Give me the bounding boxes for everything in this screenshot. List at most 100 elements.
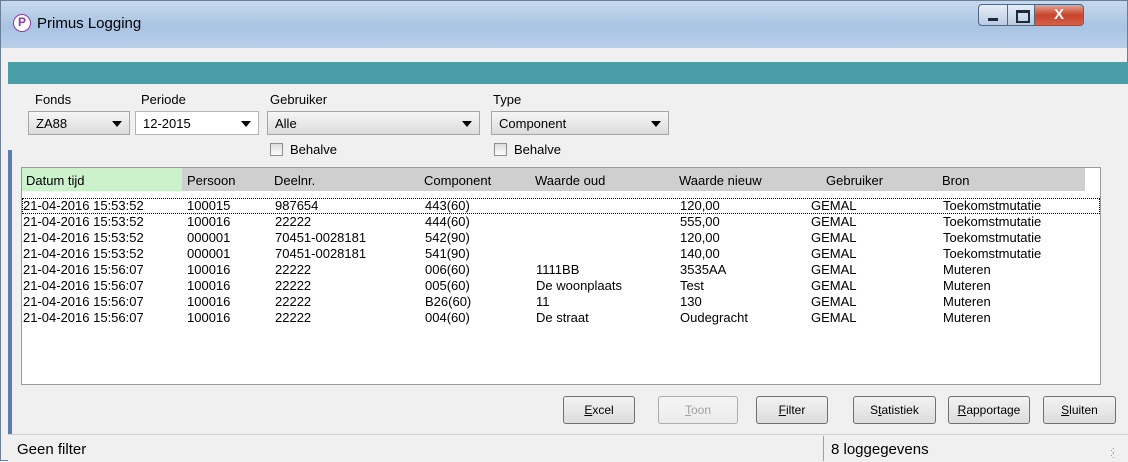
chevron-down-icon [462, 121, 472, 127]
type-select[interactable]: Component [491, 111, 669, 135]
cell-datum-tijd: 21-04-2016 15:56:07 [23, 262, 144, 277]
maximize-icon [1016, 10, 1030, 23]
window-title: Primus Logging [37, 15, 142, 32]
cell-waarde-nieuw: 140,00 [680, 246, 720, 261]
log-grid[interactable]: Datum tijd Persoon Deelnr. Component Waa… [21, 167, 1101, 385]
chevron-down-icon [112, 121, 122, 127]
cell-persoon: 100015 [187, 198, 231, 213]
gebruiker-select[interactable]: Alle [267, 111, 480, 135]
cell-datum-tijd: 21-04-2016 15:56:07 [23, 278, 144, 293]
column-header-waarde-nieuw[interactable]: Waarde nieuw [679, 173, 762, 188]
cell-datum-tijd: 21-04-2016 15:53:52 [23, 214, 144, 229]
minimize-button[interactable] [978, 4, 1008, 26]
filter-button[interactable]: Filter [756, 396, 828, 424]
chevron-down-icon [241, 121, 251, 127]
grid-header: Datum tijd Persoon Deelnr. Component Waa… [22, 168, 1085, 191]
cell-persoon: 100016 [187, 294, 231, 309]
periode-value: 12-2015 [143, 116, 191, 131]
cell-gebruiker: GEMAL [811, 310, 857, 325]
column-header-datum-tijd[interactable]: Datum tijd [26, 173, 85, 188]
cell-persoon: 100016 [187, 262, 231, 277]
column-header-bron[interactable]: Bron [942, 173, 969, 188]
resize-grip-icon[interactable]: ·: ·: [1110, 446, 1122, 460]
fonds-value: ZA88 [36, 116, 68, 131]
filter-status-text: Geen filter [17, 441, 87, 458]
cell-gebruiker: GEMAL [811, 198, 857, 213]
cell-component: 006(60) [425, 262, 470, 277]
cell-waarde-nieuw: 555,00 [680, 214, 720, 229]
cell-component: B26(60) [425, 294, 472, 309]
type-behalve-checkbox[interactable] [494, 143, 507, 156]
cell-deelnr: 70451-0028181 [275, 246, 367, 261]
cell-bron: Toekomstmutatie [943, 246, 1042, 261]
cell-gebruiker: GEMAL [811, 278, 857, 293]
cell-waarde-oud: 11 [536, 294, 550, 309]
sluiten-button[interactable]: Sluiten [1043, 396, 1116, 424]
table-row[interactable]: 21-04-2016 15:56:07 100016 22222 B26(60) 11 1… [22, 294, 1100, 310]
table-row[interactable]: 21-04-2016 15:53:52 100016 22222 444(60) 555… [22, 214, 1100, 230]
cell-deelnr: 22222 [275, 214, 312, 229]
minimize-icon [988, 18, 998, 21]
cell-component: 542(90) [425, 230, 470, 245]
cell-bron: Muteren [943, 294, 991, 309]
column-header-persoon[interactable]: Persoon [187, 173, 235, 188]
cell-deelnr: 987654 [275, 198, 319, 213]
cell-bron: Muteren [943, 278, 991, 293]
cell-deelnr: 22222 [275, 278, 312, 293]
title-bar[interactable]: P Primus Logging X [1, 1, 1127, 48]
cell-deelnr: 22222 [275, 310, 312, 325]
cell-datum-tijd: 21-04-2016 15:53:52 [23, 246, 144, 261]
toon-button[interactable]: Toon [658, 396, 738, 424]
fonds-select[interactable]: ZA88 [28, 111, 130, 135]
cell-waarde-nieuw: 3535AA [680, 262, 727, 277]
table-row[interactable]: 21-04-2016 15:56:07 100016 22222 004(60) De … [22, 310, 1100, 326]
cell-deelnr: 22222 [275, 294, 312, 309]
cell-gebruiker: GEMAL [811, 230, 857, 245]
maximize-button[interactable] [1007, 4, 1035, 26]
chevron-down-icon [651, 121, 661, 127]
table-row[interactable]: 21-04-2016 15:53:52 000001 70451-0028181 54… [22, 230, 1100, 246]
cell-waarde-nieuw: 120,00 [680, 198, 720, 213]
rapportage-button[interactable]: Rapportage [948, 396, 1030, 424]
cell-component: 443(60) [425, 198, 470, 213]
column-header-waarde-oud[interactable]: Waarde oud [535, 173, 605, 188]
column-header-deelnr[interactable]: Deelnr. [274, 173, 315, 188]
cell-persoon: 100016 [187, 278, 231, 293]
cell-bron: Toekomstmutatie [943, 198, 1042, 213]
column-header-component[interactable]: Component [424, 173, 491, 188]
cell-component: 004(60) [425, 310, 470, 325]
table-row[interactable]: 21-04-2016 15:53:52 000001 70451-0028181 54… [22, 246, 1100, 262]
table-row[interactable]: 21-04-2016 15:53:52 100015 987654 443(60) 12… [22, 198, 1100, 214]
cell-waarde-nieuw: Test [680, 278, 704, 293]
cell-datum-tijd: 21-04-2016 15:56:07 [23, 310, 144, 325]
cell-gebruiker: GEMAL [811, 262, 857, 277]
column-header-gebruiker[interactable]: Gebruiker [826, 173, 883, 188]
gebruiker-behalve-checkbox[interactable] [270, 143, 283, 156]
cell-datum-tijd: 21-04-2016 15:53:52 [23, 230, 144, 245]
close-button[interactable]: X [1034, 4, 1084, 26]
status-separator [823, 436, 824, 461]
cell-component: 541(90) [425, 246, 470, 261]
statistiek-button[interactable]: Statistiek [853, 396, 936, 424]
gebruiker-label: Gebruiker [270, 92, 328, 107]
cell-persoon: 000001 [187, 230, 231, 245]
periode-select[interactable]: 12-2015 [135, 111, 259, 135]
type-behalve-label: Behalve [514, 142, 561, 157]
left-accent-strip [8, 150, 12, 440]
close-icon: X [1053, 6, 1064, 23]
cell-gebruiker: GEMAL [811, 214, 857, 229]
cell-waarde-nieuw: Oudegracht [680, 310, 748, 325]
primus-app-icon: P [13, 14, 31, 32]
cell-bron: Muteren [943, 310, 991, 325]
table-row[interactable]: 21-04-2016 15:56:07 100016 22222 006(60) 111… [22, 262, 1100, 278]
excel-button[interactable]: Excel [563, 396, 635, 424]
type-label: Type [493, 92, 522, 107]
cell-persoon: 100016 [187, 214, 231, 229]
cell-bron: Toekomstmutatie [943, 214, 1042, 229]
fonds-label: Fonds [35, 92, 72, 107]
cell-bron: Muteren [943, 262, 991, 277]
cell-waarde-oud: 1111BB [536, 262, 580, 277]
periode-label: Periode [141, 92, 186, 107]
table-row[interactable]: 21-04-2016 15:56:07 100016 22222 005(60) De … [22, 278, 1100, 294]
cell-gebruiker: GEMAL [811, 294, 857, 309]
